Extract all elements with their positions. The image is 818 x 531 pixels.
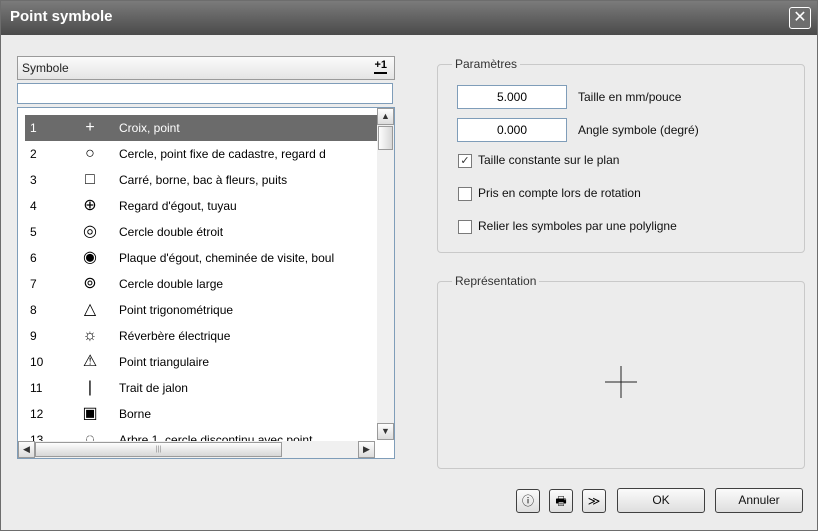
rotation-checkbox[interactable]: [458, 187, 472, 201]
symbol-list-item[interactable]: 7 ⊚ Cercle double large: [25, 271, 385, 297]
symbol-number: 4: [30, 199, 37, 213]
symbol-list-item[interactable]: 4 ⊕ Regard d'égout, tuyau: [25, 193, 385, 219]
angle-field[interactable]: 0.000: [457, 118, 567, 142]
symbol-name: Réverbère électrique: [119, 329, 231, 343]
polyline-label: Relier les symboles par une polyligne: [478, 219, 677, 233]
symbol-number: 2: [30, 147, 37, 161]
symbol-list[interactable]: 1 + Croix, point 2 ○ Cercle, point fixe de ca…: [17, 107, 395, 459]
close-button[interactable]: ✕: [789, 7, 811, 29]
cross-icon: +: [85, 119, 95, 136]
parametres-group: Paramètres 5.000 Taille en mm/pouce 0.00…: [437, 57, 805, 253]
symbol-name: Point trigonométrique: [119, 303, 234, 317]
stake-line-icon: |: [87, 379, 93, 396]
symbol-number: 9: [30, 329, 37, 343]
symbol-name: Point triangulaire: [119, 355, 210, 369]
scroll-down-icon[interactable]: ▼: [377, 423, 394, 440]
horizontal-scroll-thumb[interactable]: |||: [35, 442, 282, 457]
constant-size-label: Taille constante sur le plan: [478, 153, 620, 167]
symbol-name: Cercle double étroit: [119, 225, 224, 239]
vertical-scrollbar[interactable]: ▲ ▼: [377, 108, 394, 440]
vertical-scroll-thumb[interactable]: [378, 126, 393, 150]
symbol-filter-input[interactable]: [17, 83, 393, 104]
ok-button[interactable]: OK: [617, 488, 705, 513]
dialog-title: Point symbole: [10, 8, 113, 25]
scroll-up-icon[interactable]: ▲: [377, 108, 394, 125]
expand-icon[interactable]: ≫: [582, 489, 606, 513]
circle-plus-icon: ⊕: [83, 197, 97, 214]
symbol-number: 7: [30, 277, 37, 291]
symbol-name: Cercle, point fixe de cadastre, regard d: [119, 147, 326, 161]
symbol-name: Borne: [119, 407, 152, 421]
symbol-list-item[interactable]: 5 ◎ Cercle double étroit: [25, 219, 385, 245]
sort-icon[interactable]: +1: [374, 59, 387, 74]
triangular-point-icon: ⚠: [82, 353, 98, 370]
symbol-number: 3: [30, 173, 37, 187]
symbol-name: Trait de jalon: [119, 381, 188, 395]
angle-label: Angle symbole (degré): [578, 123, 699, 137]
constant-size-checkbox[interactable]: ✓: [458, 154, 472, 168]
symbol-number: 11: [30, 381, 43, 395]
symbol-list-item[interactable]: 11 | Trait de jalon: [25, 375, 385, 401]
symbol-list-item[interactable]: 2 ○ Cercle, point fixe de cadastre, regard…: [25, 141, 385, 167]
preview-cross-icon: [605, 366, 637, 398]
symbol-list-item[interactable]: 10 ⚠ Point triangulaire: [25, 349, 385, 375]
symbol-rows: 1 + Croix, point 2 ○ Cercle, point fixe de ca…: [25, 115, 385, 453]
symbol-number: 10: [30, 355, 44, 369]
parametres-legend: Paramètres: [452, 57, 521, 71]
symbol-name: Regard d'égout, tuyau: [119, 199, 237, 213]
symbol-name: Cercle double large: [119, 277, 224, 291]
representation-group: Représentation: [437, 274, 805, 469]
rotation-label: Pris en compte lors de rotation: [478, 186, 641, 200]
symbol-number: 5: [30, 225, 37, 239]
symbol-name: Croix, point: [119, 121, 180, 135]
symbol-list-item[interactable]: 1 + Croix, point: [25, 115, 385, 141]
polyline-checkbox[interactable]: [458, 220, 472, 234]
symbol-column-header[interactable]: Symbole +1: [17, 56, 395, 80]
symbol-name: Plaque d'égout, cheminée de visite, boul: [119, 251, 335, 265]
dialog-window: Point symbole ✕ Symbole +1 1 + Croix, poin…: [0, 0, 818, 531]
symbol-header-label: Symbole: [22, 61, 69, 75]
double-circle-narrow-icon: ◎: [83, 223, 97, 240]
representation-legend: Représentation: [452, 274, 540, 288]
symbol-name: Carré, borne, bac à fleurs, puits: [119, 173, 288, 187]
size-field[interactable]: 5.000: [457, 85, 567, 109]
circle-icon: ○: [85, 145, 95, 162]
street-lamp-icon: ☼: [82, 327, 98, 344]
scroll-right-icon[interactable]: ▶: [358, 441, 375, 458]
symbol-list-item[interactable]: 6 ◉ Plaque d'égout, cheminée de visite, bo…: [25, 245, 385, 271]
symbol-number: 8: [30, 303, 37, 317]
size-label: Taille en mm/pouce: [578, 90, 682, 104]
symbol-number: 1: [30, 121, 37, 135]
symbol-list-item[interactable]: 3 □ Carré, borne, bac à fleurs, puits: [25, 167, 385, 193]
trig-point-icon: △: [83, 301, 97, 318]
horizontal-scrollbar[interactable]: ◀ ||| ▶: [18, 441, 375, 458]
title-bar[interactable]: Point symbole ✕: [1, 1, 817, 35]
checkmark-icon: ✓: [460, 155, 470, 167]
print-icon[interactable]: 🖶: [549, 489, 573, 513]
symbol-list-item[interactable]: 12 ▣ Borne: [25, 401, 385, 427]
boundary-marker-icon: ▣: [82, 405, 98, 422]
symbol-number: 12: [30, 407, 44, 421]
help-icon[interactable]: ⓘ: [516, 489, 540, 513]
scroll-left-icon[interactable]: ◀: [18, 441, 35, 458]
symbol-number: 6: [30, 251, 37, 265]
square-icon: □: [85, 171, 95, 188]
manhole-plate-icon: ◉: [83, 249, 97, 266]
symbol-list-item[interactable]: 8 △ Point trigonométrique: [25, 297, 385, 323]
cancel-button[interactable]: Annuler: [715, 488, 803, 513]
double-circle-wide-icon: ⊚: [83, 275, 97, 292]
symbol-list-item[interactable]: 9 ☼ Réverbère électrique: [25, 323, 385, 349]
